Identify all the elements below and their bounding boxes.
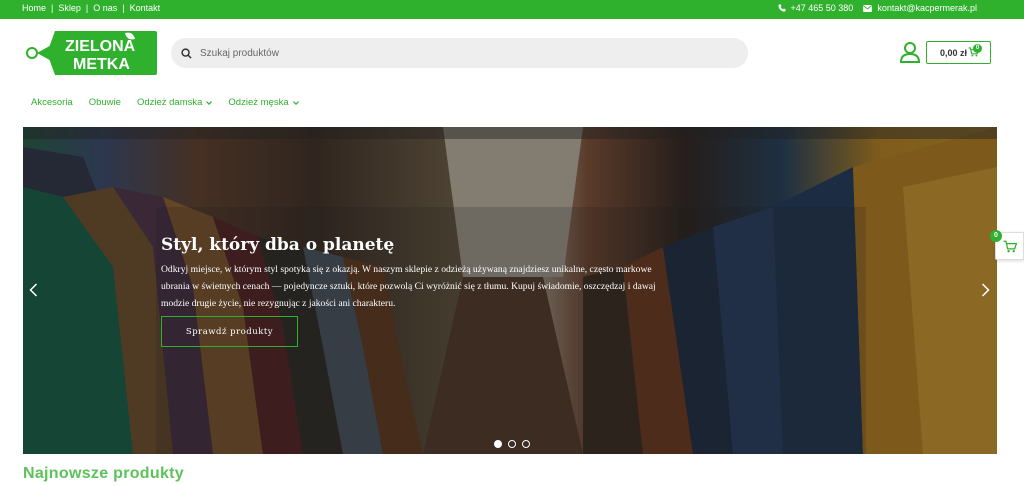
floating-cart-button[interactable]: 0 [990, 230, 1024, 260]
top-nav: Home | Sklep | O nas | Kontakt [22, 3, 160, 13]
phone-contact[interactable]: +47 465 50 380 [777, 3, 854, 13]
main-menu: Akcesoria Obuwie Odzież damska Odzież mę… [31, 97, 299, 108]
slider-dot-2[interactable] [508, 440, 516, 448]
header-cart-button[interactable]: 0,00 zł 0 [926, 41, 991, 64]
menu-item-shoes[interactable]: Obuwie [89, 97, 121, 108]
menu-item-label: Obuwie [88, 97, 121, 108]
chevron-left-icon [29, 283, 38, 297]
slider-dot-3[interactable] [522, 440, 530, 448]
price-tag-leaf-logo: ZIELONA METKA [26, 31, 157, 75]
phone-number: +47 465 50 380 [790, 3, 854, 13]
site-logo[interactable]: ZIELONA METKA [25, 29, 157, 77]
menu-item-label: Odzież męska [228, 97, 289, 108]
envelope-icon [863, 4, 873, 12]
top-nav-contact[interactable]: Kontakt [130, 3, 161, 13]
account-button[interactable] [899, 41, 921, 63]
hero-description: Odkryj miejsce, w którym styl spotyka si… [161, 264, 656, 309]
top-nav-about[interactable]: O nas [93, 3, 117, 13]
slider-next-button[interactable] [981, 283, 990, 302]
top-nav-home[interactable]: Home [22, 3, 46, 13]
slider-prev-button[interactable] [29, 283, 38, 302]
chevron-down-icon [206, 100, 213, 105]
logo-line2: METKA [73, 56, 130, 73]
floating-cart-count: 0 [990, 230, 1002, 242]
shop-products-button[interactable]: Sprawdź produkty [161, 316, 298, 347]
top-bar: Home | Sklep | O nas | Kontakt +47 465 5… [0, 0, 1024, 19]
top-nav-shop[interactable]: Sklep [58, 3, 81, 13]
chevron-down-icon [292, 100, 299, 105]
chevron-right-icon [981, 283, 990, 297]
search-icon[interactable] [181, 47, 192, 59]
email-address: kontakt@kacpermerak.pl [877, 3, 977, 13]
top-nav-separator: | [85, 3, 89, 13]
slider-pagination [494, 440, 530, 448]
newest-products-title: Najnowsze produkty [23, 465, 184, 482]
hero-headline: Styl, który dba o planetę [161, 235, 395, 255]
hero-slider: Styl, który dba o planetę Odkryj miejsce… [23, 127, 997, 454]
menu-item-label: Akcesoria [31, 97, 73, 108]
top-nav-separator: | [122, 3, 125, 13]
top-nav-separator: | [51, 3, 54, 13]
top-contact: +47 465 50 380 kontakt@kacpermerak.pl [777, 3, 977, 13]
user-icon [899, 42, 921, 63]
cart-total: 0,00 zł [940, 47, 968, 58]
slider-dot-1[interactable] [494, 440, 502, 448]
menu-item-accessories[interactable]: Akcesoria [31, 97, 73, 108]
search-input[interactable] [200, 47, 700, 59]
cart-count-badge: 0 [973, 44, 982, 53]
search-bar [171, 38, 748, 68]
menu-item-womens[interactable]: Odzież damska [136, 97, 213, 108]
phone-icon [777, 4, 786, 12]
menu-item-label: Odzież damska [136, 97, 203, 108]
email-contact[interactable]: kontakt@kacpermerak.pl [863, 3, 977, 13]
logo-line1: ZIELONA [65, 38, 136, 55]
menu-item-mens[interactable]: Odzież męska [228, 97, 299, 108]
cart-icon [1003, 240, 1017, 253]
